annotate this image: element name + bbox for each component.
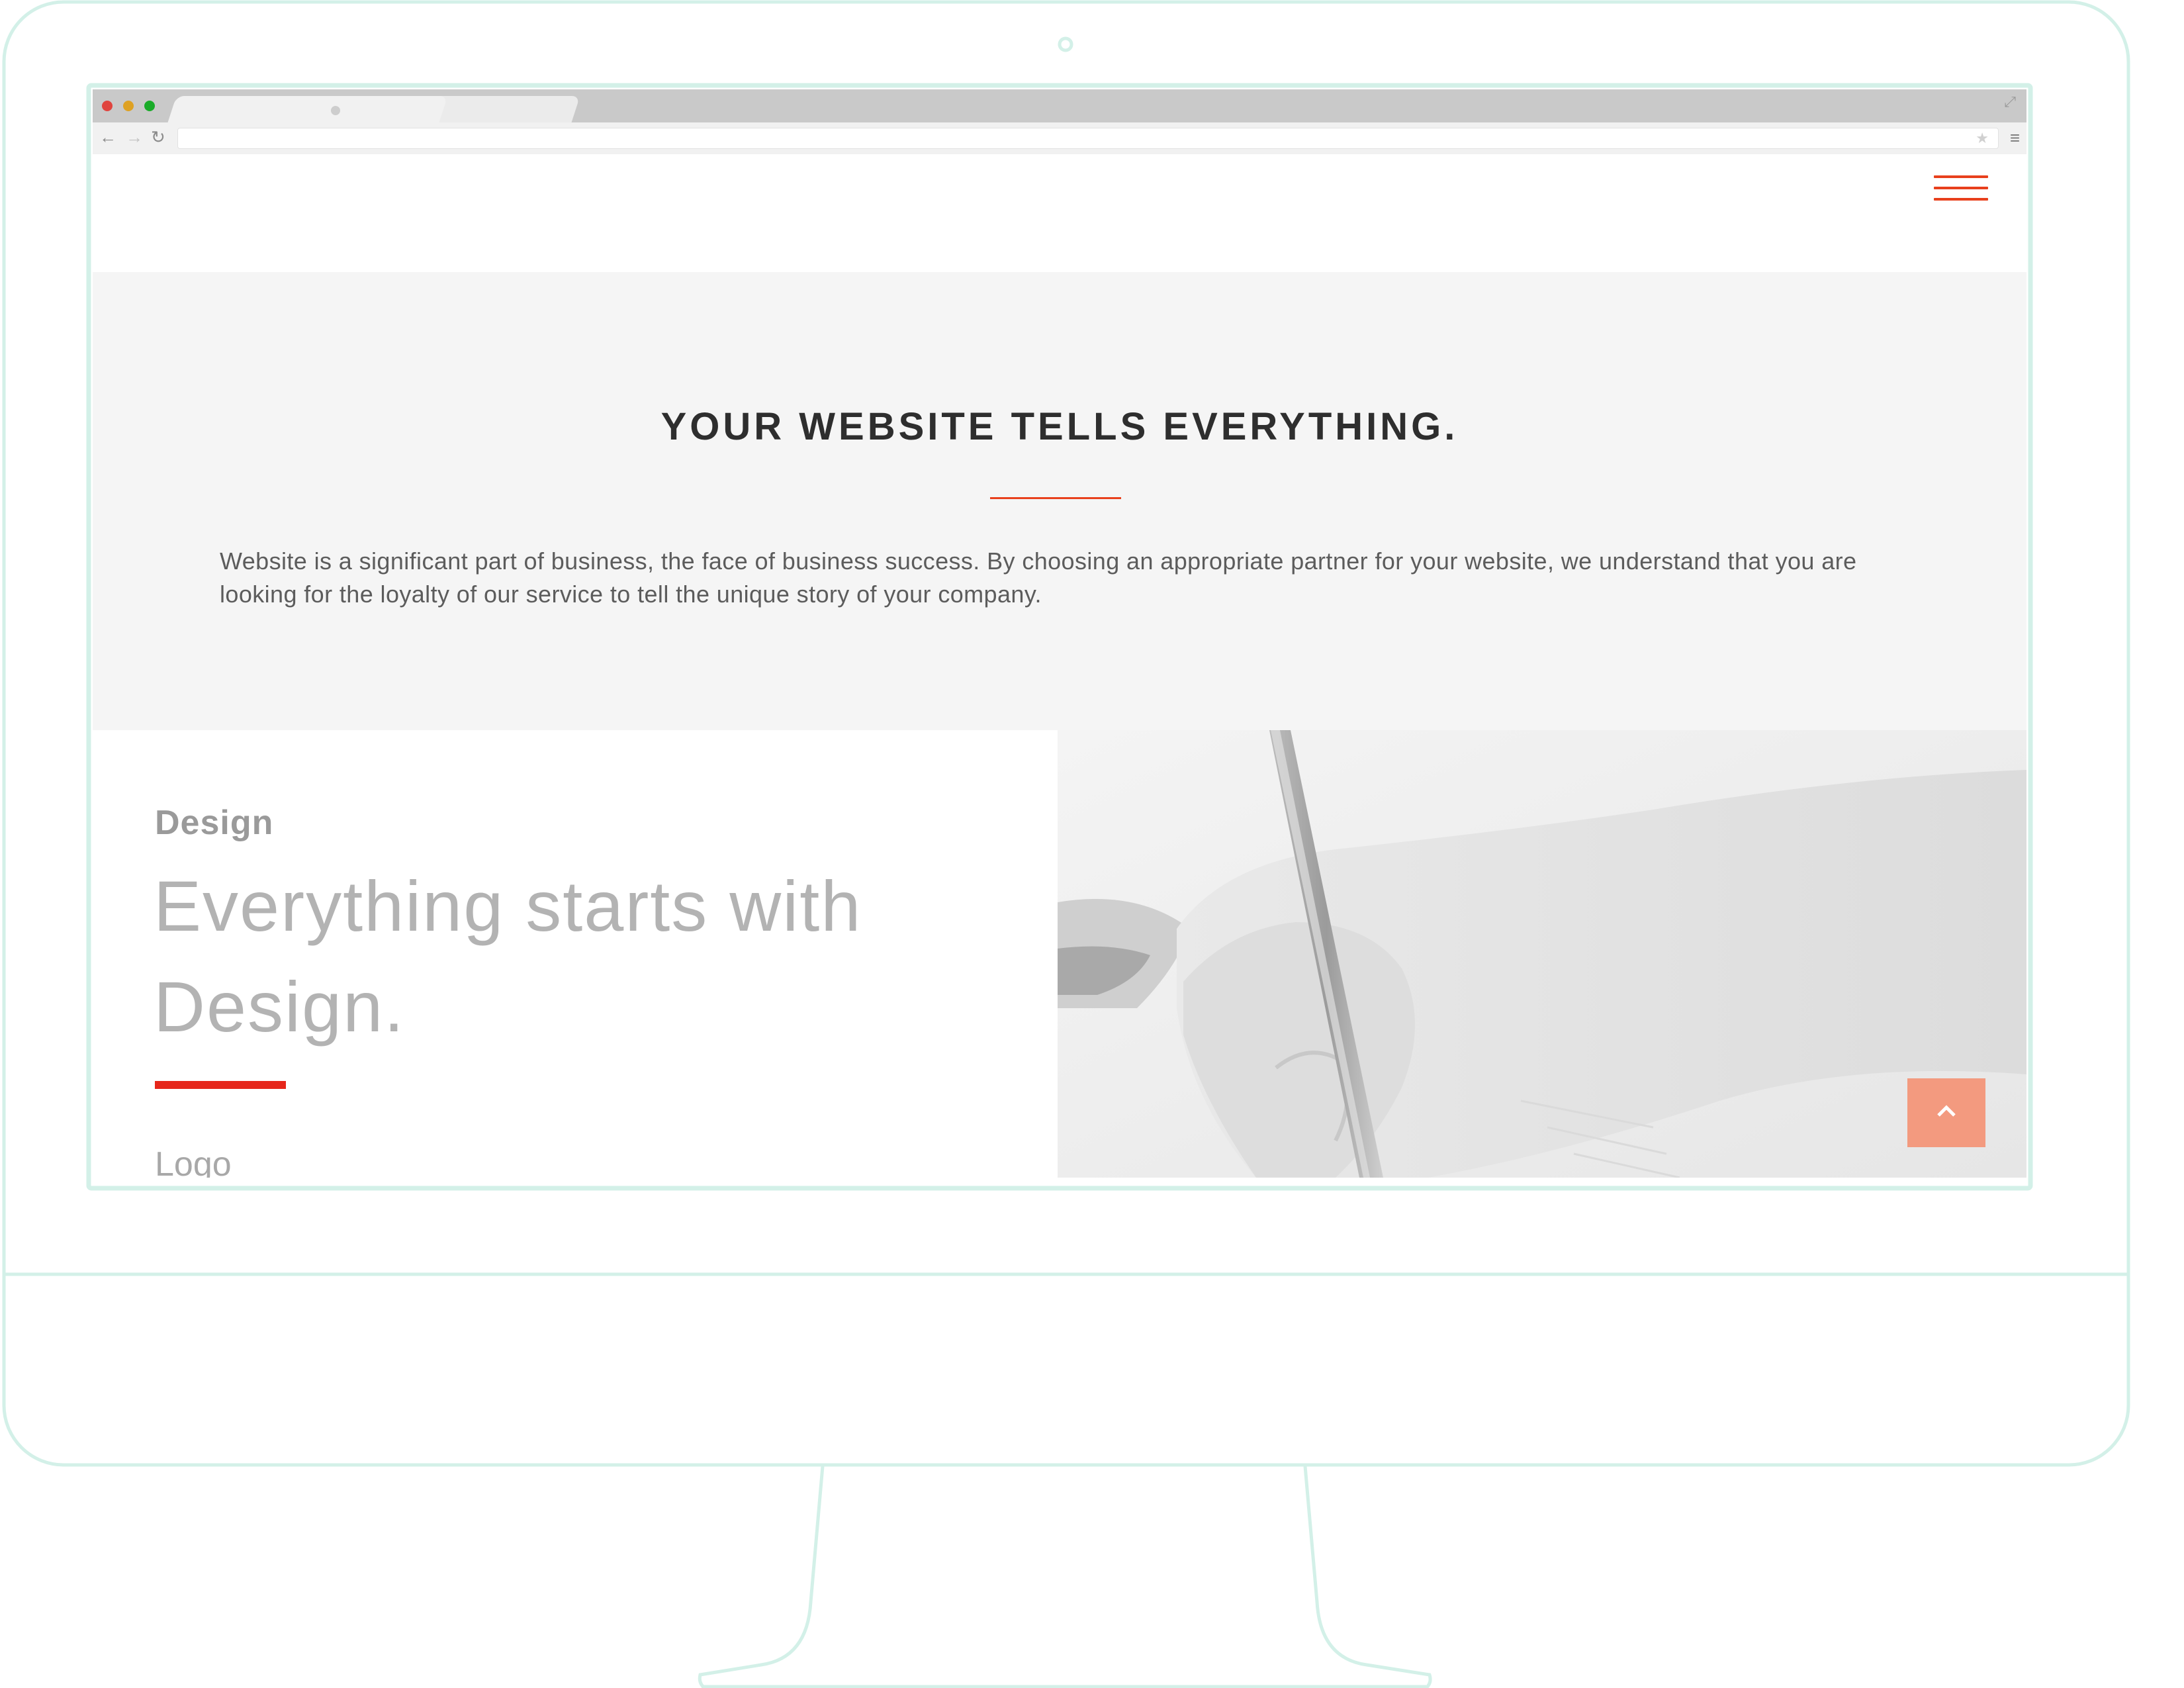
feature-heading: Everything starts with Design. bbox=[154, 866, 862, 1047]
arrow-right-icon[interactable]: → bbox=[126, 127, 143, 147]
camera-dot bbox=[1058, 36, 1073, 52]
star-icon[interactable]: ★ bbox=[1976, 130, 1989, 147]
browser-tab-bar: ⤢ bbox=[93, 89, 2026, 122]
browser-toolbar: ← → ↻ ★ ≡ bbox=[93, 122, 2026, 155]
hand-writing-with-pen-photo bbox=[1058, 730, 2026, 1178]
minimize-window-button[interactable] bbox=[123, 101, 134, 111]
maximize-window-button[interactable] bbox=[144, 101, 155, 111]
hero-title: YOUR WEBSITE TELLS EVERYTHING. bbox=[660, 405, 1459, 448]
feature-divider bbox=[155, 1081, 286, 1089]
page-viewport: YOUR WEBSITE TELLS EVERYTHING. Website i… bbox=[93, 154, 2026, 1178]
hero-section: YOUR WEBSITE TELLS EVERYTHING. Website i… bbox=[93, 272, 2026, 730]
chevron-up-icon bbox=[1937, 1105, 1956, 1117]
browser-window: ⤢ ← → ↻ ★ ≡ YOUR WEBSITE TELLS EVERYTHIN… bbox=[93, 89, 2026, 1178]
menu-icon[interactable]: ≡ bbox=[2010, 128, 2020, 148]
reload-icon[interactable]: ↻ bbox=[151, 127, 165, 147]
feature-text-panel: Design Everything starts with Design. Lo… bbox=[93, 730, 1058, 1178]
hero-paragraph: Website is a significant part of busines… bbox=[220, 547, 1857, 608]
address-bar[interactable]: ★ bbox=[177, 128, 1999, 149]
close-window-button[interactable] bbox=[102, 101, 113, 111]
expand-icon[interactable]: ⤢ bbox=[2004, 95, 2016, 109]
arrow-left-icon[interactable]: ← bbox=[99, 127, 116, 147]
feature-label: Design bbox=[155, 804, 274, 842]
monitor-stand bbox=[698, 1466, 1432, 1688]
tab-close-icon[interactable] bbox=[331, 106, 340, 115]
next-feature-label: Logo bbox=[155, 1145, 232, 1178]
browser-tab-active[interactable] bbox=[167, 96, 448, 122]
back-to-top-button[interactable] bbox=[1907, 1078, 1985, 1147]
hamburger-menu-icon[interactable] bbox=[1934, 175, 1988, 209]
hero-divider bbox=[990, 497, 1121, 499]
